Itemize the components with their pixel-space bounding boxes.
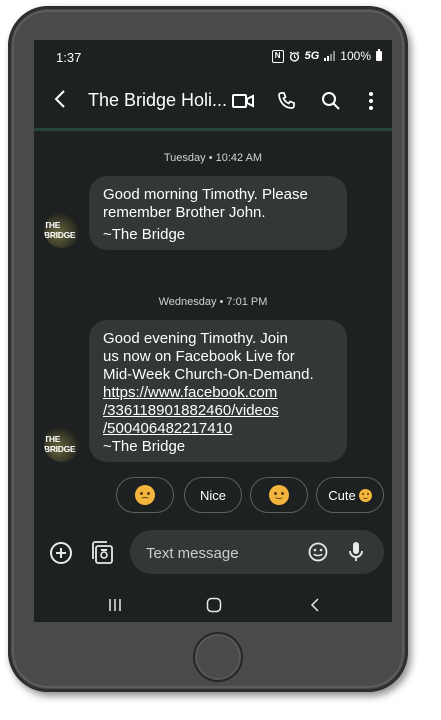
message-text: Good morning Timothy. Please (103, 186, 308, 203)
smart-reply-label: Cute (328, 487, 356, 503)
battery-icon (376, 49, 382, 61)
message-text: Mid-Week Church-On-Demand. (103, 366, 314, 383)
smart-reply-worried[interactable] (116, 477, 174, 513)
day-timestamp: Wednesday • 7:01 PM (158, 296, 268, 308)
message-input[interactable] (144, 541, 308, 565)
message-bubble[interactable]: Good evening Timothy. Join us now on Fac… (89, 320, 347, 462)
status-time: 1:37 (56, 50, 82, 65)
back-arrow-icon[interactable] (48, 88, 72, 116)
phone-icon[interactable] (274, 88, 300, 114)
message-text: us now on Facebook Live for (103, 348, 295, 365)
status-icons: N 5G 100% (271, 49, 382, 63)
smart-reply-cute[interactable]: Cute (316, 477, 384, 513)
smiling-face-emoji (358, 488, 372, 502)
worried-face-emoji (135, 485, 155, 505)
message-bubble[interactable]: Good morning Timothy. Please remember Br… (89, 176, 347, 250)
back-icon[interactable] (300, 594, 330, 616)
message-link[interactable]: /500406482217410 (103, 420, 333, 438)
signal-icon (324, 51, 336, 61)
system-nav-bar (34, 588, 392, 622)
add-circle-icon[interactable] (50, 542, 72, 564)
search-icon[interactable] (318, 88, 344, 114)
message-signature: ~The Bridge (103, 226, 186, 243)
video-call-icon[interactable] (230, 88, 256, 114)
message-text: Good evening Timothy. Join (103, 330, 288, 347)
home-button[interactable] (193, 632, 243, 682)
mic-icon[interactable] (346, 541, 366, 563)
phone-screen: 1:37 N 5G 100% The Bridge Holi... Tuesda… (34, 40, 392, 622)
home-icon[interactable] (199, 594, 229, 616)
day-timestamp: Tuesday • 10:42 AM (163, 152, 263, 164)
smart-reply-smile[interactable] (250, 477, 308, 513)
avatar-text: THE BRIDGE (44, 220, 76, 240)
smart-reply-label: Nice (199, 487, 226, 503)
message-link[interactable]: https://www.facebook.com (103, 384, 333, 402)
avatar[interactable]: THE BRIDGE (44, 426, 80, 462)
header-divider (34, 128, 392, 131)
gallery-icon[interactable] (90, 540, 114, 566)
message-signature: ~The Bridge (103, 438, 186, 455)
smiling-face-emoji (269, 485, 289, 505)
smart-reply-nice[interactable]: Nice (184, 477, 242, 513)
conversation-header: The Bridge Holi... (34, 80, 392, 126)
recent-apps-icon[interactable] (100, 594, 130, 616)
avatar[interactable]: THE BRIDGE (44, 212, 80, 248)
nfc-icon: N (271, 49, 284, 63)
compose-box[interactable] (130, 530, 384, 574)
network-label: 5G (304, 50, 320, 62)
battery-percent: 100% (340, 49, 371, 63)
emoji-icon[interactable] (308, 542, 328, 562)
conversation-title[interactable]: The Bridge Holi... (88, 90, 227, 111)
more-vert-icon[interactable] (358, 88, 384, 114)
avatar-text: THE BRIDGE (44, 434, 76, 454)
phone-frame: 1:37 N 5G 100% The Bridge Holi... Tuesda… (8, 6, 408, 692)
alarm-icon (289, 50, 300, 62)
status-bar: 1:37 N 5G 100% (34, 40, 392, 76)
message-link[interactable]: /336118901882460/videos (103, 402, 333, 420)
message-text: remember Brother John. (103, 204, 266, 221)
